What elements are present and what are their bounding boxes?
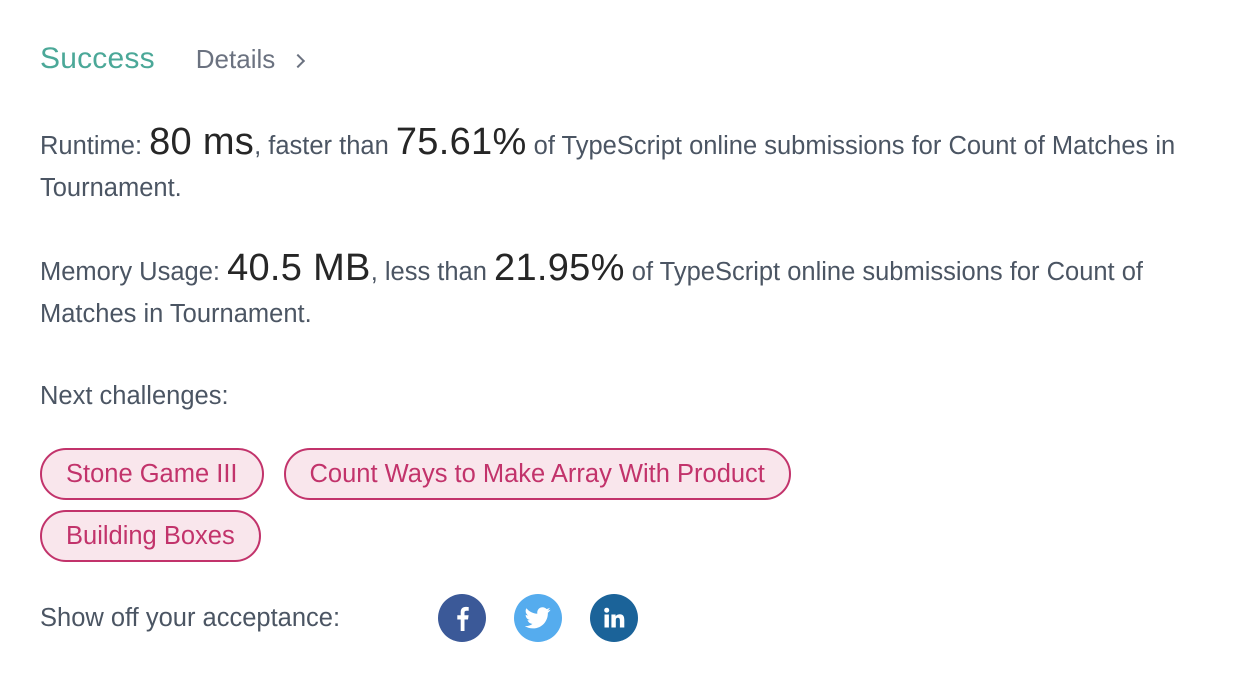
share-row: Show off your acceptance: [40, 594, 666, 642]
twitter-icon[interactable] [514, 594, 562, 642]
runtime-value: 80 ms [149, 121, 255, 163]
status-row: Success Details [40, 42, 306, 76]
memory-label: Memory Usage: [40, 258, 228, 286]
runtime-comparison: , faster than [254, 132, 396, 160]
memory-value: 40.5 MB [227, 247, 371, 289]
memory-stat: Memory Usage: 40.5 MB, less than 21.95% … [40, 247, 1200, 335]
chevron-right-icon [291, 53, 306, 68]
details-label: Details [195, 44, 276, 74]
challenge-chip-stone-game-iii[interactable]: Stone Game III [40, 448, 264, 500]
runtime-label: Runtime: [40, 132, 150, 160]
next-challenges-label: Next challenges: [40, 382, 229, 410]
runtime-stat: Runtime: 80 ms, faster than 75.61% of Ty… [40, 121, 1200, 209]
details-link[interactable]: Details [195, 44, 306, 75]
runtime-percent: 75.61% [395, 121, 527, 163]
status-label: Success [40, 42, 155, 75]
facebook-icon[interactable] [438, 594, 486, 642]
challenge-chip-building-boxes[interactable]: Building Boxes [40, 510, 261, 562]
share-label: Show off your acceptance: [40, 603, 341, 632]
challenge-chip-count-ways[interactable]: Count Ways to Make Array With Product [283, 448, 791, 500]
linkedin-icon[interactable] [590, 594, 638, 642]
memory-percent: 21.95% [494, 247, 625, 289]
memory-comparison: , less than [370, 258, 495, 286]
next-challenges-list: Stone Game III Count Ways to Make Array … [40, 448, 940, 562]
